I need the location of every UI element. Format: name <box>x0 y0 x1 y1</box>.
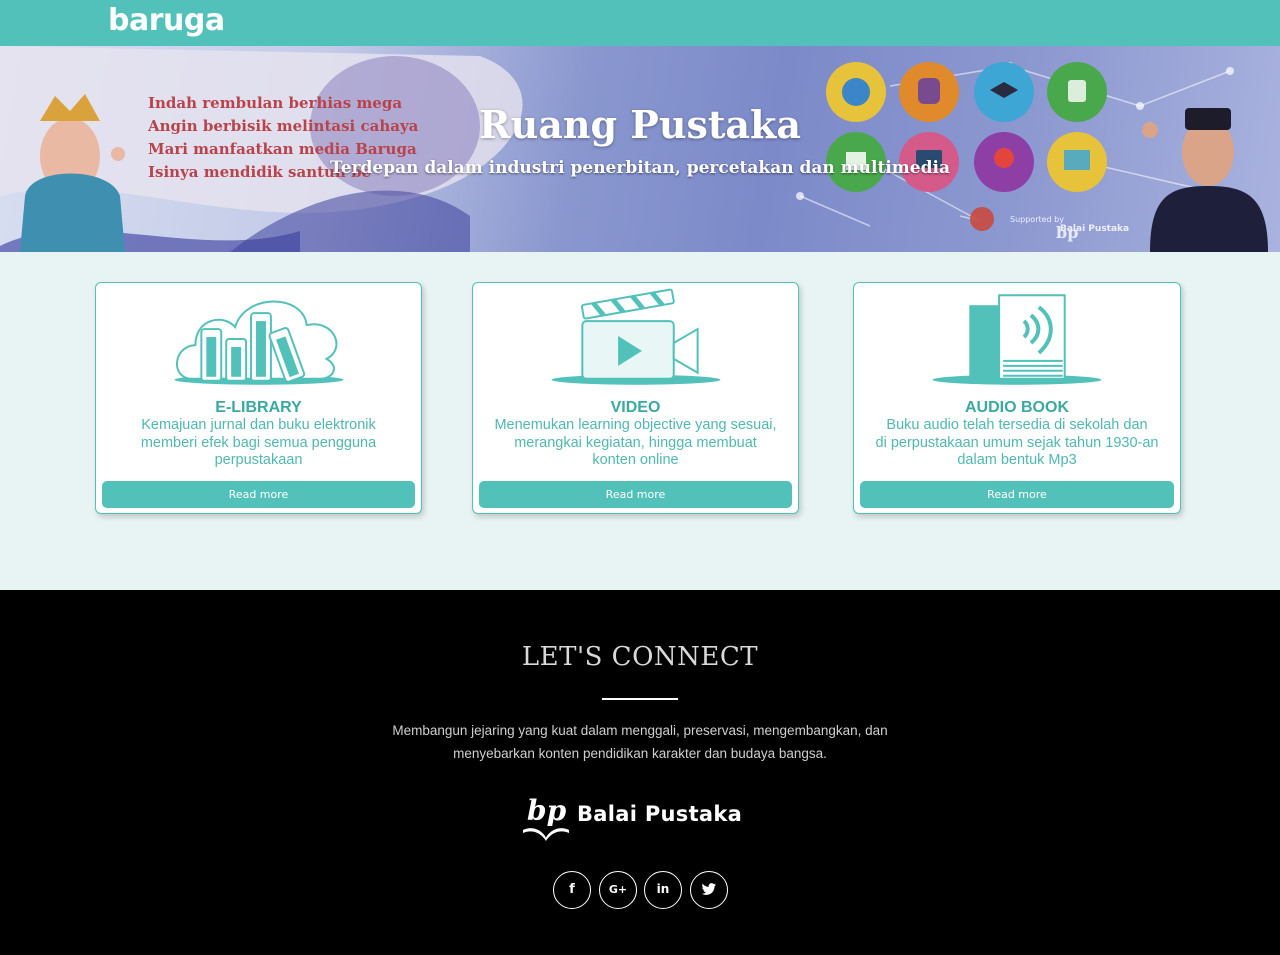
card-video: VIDEO Menemukan learning objective yang … <box>472 282 799 514</box>
hero-subtitle: Terdepan dalam industri penerbitan, perc… <box>330 158 950 178</box>
balai-pustaka-mark-icon: bp <box>523 794 569 841</box>
hero-banner: Supported by bp Indah rembulan berhias m… <box>0 46 1280 252</box>
baruga-logo[interactable]: baruga <box>108 3 225 38</box>
footer-divider <box>602 698 678 700</box>
card-e-library: E-LIBRARY Kemajuan jurnal dan buku elekt… <box>95 282 422 514</box>
card-description-line: Kemajuan jurnal dan buku elektronik <box>141 417 376 433</box>
brand-mark-text: bp <box>527 794 567 827</box>
linkedin-icon[interactable]: in <box>644 871 682 909</box>
card-title: AUDIO BOOK <box>965 399 1069 416</box>
card-description-line: konten online <box>592 452 679 468</box>
balai-pustaka-name: Balai Pustaka <box>577 802 743 826</box>
card-title: VIDEO <box>610 399 661 416</box>
footer-description: Membangun jejaring yang kuat dalam mengg… <box>0 719 1280 765</box>
top-navbar: baruga <box>0 0 1280 46</box>
card-description: Buku audio telah tersedia di sekolah dan… <box>854 417 1180 470</box>
audio-book-icon <box>932 294 1102 385</box>
video-camera-icon <box>551 288 721 385</box>
footer-title: LET'S CONNECT <box>521 642 759 672</box>
hero-title: Ruang Pustaka <box>479 102 801 147</box>
footer-description-line: Membangun jejaring yang kuat dalam mengg… <box>392 723 888 738</box>
card-title: E-LIBRARY <box>215 399 302 416</box>
read-more-button[interactable]: Read more <box>102 481 415 508</box>
card-description: Menemukan learning objective yang sesuai… <box>473 417 798 470</box>
twitter-bird-glyph <box>701 883 716 895</box>
card-description-line: memberi efek bagi semua pengguna <box>140 434 377 451</box>
read-more-button[interactable]: Read more <box>860 481 1174 508</box>
card-audio-book: AUDIO BOOK Buku audio telah tersedia di … <box>853 282 1181 514</box>
footer-description-line: menyebarkan konten pendidikan karakter d… <box>453 746 827 761</box>
card-description-line: Buku audio telah tersedia di sekolah dan <box>886 417 1148 433</box>
hero-supported-by: Balai Pustaka <box>1060 224 1130 234</box>
card-description: Kemajuan jurnal dan buku elektronik memb… <box>96 417 421 470</box>
twitter-icon[interactable] <box>690 871 728 909</box>
read-more-button[interactable]: Read more <box>479 481 792 508</box>
card-description-line: merangkai kegiatan, hingga membuat <box>514 434 757 451</box>
card-description-line: dalam bentuk Mp3 <box>957 452 1077 468</box>
card-description-line: Menemukan learning objective yang sesuai… <box>494 417 777 433</box>
balai-pustaka-logo[interactable]: bp Balai Pustaka <box>521 790 761 842</box>
facebook-icon[interactable]: f <box>553 871 591 909</box>
card-description-line: di perpustakaan umum sejak tahun 1930-an <box>875 434 1159 451</box>
library-cloud-icon <box>174 300 344 385</box>
card-description-line: perpustakaan <box>214 452 303 468</box>
google-plus-icon[interactable]: G+ <box>599 871 637 909</box>
footer: LET'S CONNECT Membangun jejaring yang ku… <box>0 590 1280 955</box>
